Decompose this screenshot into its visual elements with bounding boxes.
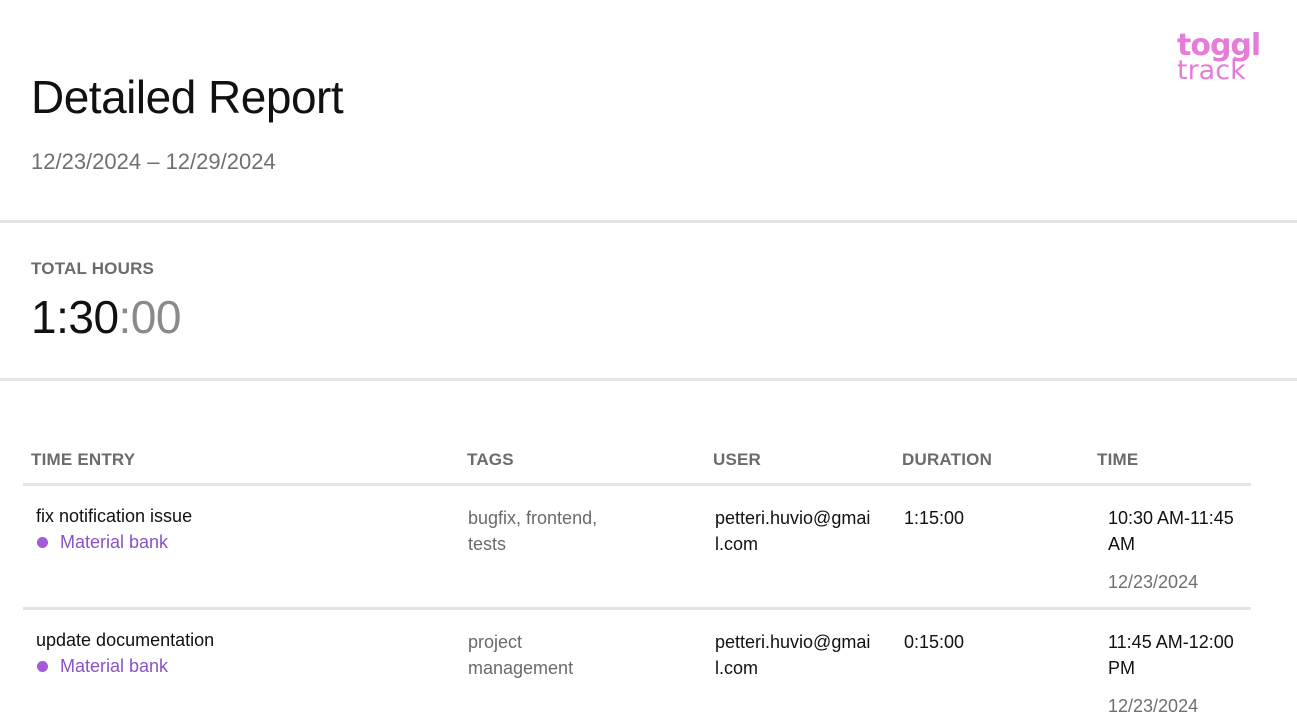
table-row[interactable]: update documentation Material bank proje… (23, 610, 1251, 724)
report-header: Detailed Report 12/23/2024 – 12/29/2024 … (0, 0, 1297, 222)
entry-description: fix notification issue (36, 506, 193, 526)
table-row[interactable]: fix notification issue Material bank bug… (23, 486, 1251, 610)
entry-time: 11:45 AM-12:00 PM 12/23/2024 (1108, 629, 1258, 719)
entry-time: 10:30 AM-11:45 AM 12/23/2024 (1108, 505, 1258, 595)
entry-user: petteri.huvio@gmail.com (715, 632, 871, 678)
detailed-report-page: Detailed Report 12/23/2024 – 12/29/2024 … (0, 0, 1297, 724)
project-name: Material bank (60, 532, 169, 552)
project-name: Material bank (60, 656, 169, 676)
total-hours-main: 1:30 (31, 291, 119, 343)
date-range: 12/23/2024 – 12/29/2024 (31, 149, 276, 174)
entry-user: petteri.huvio@gmail.com (715, 508, 871, 554)
column-header-duration: DURATION (902, 450, 993, 469)
column-header-user: USER (713, 450, 762, 469)
toggl-track-logo: toggl track (1177, 31, 1267, 91)
entry-date: 12/23/2024 (1108, 696, 1199, 716)
column-header-tags: TAGS (467, 450, 514, 469)
entry-project: Material bank (36, 529, 436, 555)
entry-tags: bugfix, frontend, tests (468, 508, 598, 554)
total-hours-label: TOTAL HOURS (31, 259, 155, 278)
entry-time-range: 11:45 AM-12:00 PM (1108, 632, 1234, 678)
entry-duration: 1:15:00 (904, 508, 965, 528)
column-header-time-entry: TIME ENTRY (31, 450, 136, 469)
table-header: TIME ENTRY TAGS USER DURATION TIME (23, 440, 1251, 486)
entry-tags: project management (468, 632, 574, 678)
entry-cell: update documentation Material bank (36, 627, 436, 679)
entry-project: Material bank (36, 653, 436, 679)
entry-cell: fix notification issue Material bank (36, 503, 436, 555)
project-color-dot (37, 660, 48, 672)
time-entries-table: TIME ENTRY TAGS USER DURATION TIME fix n… (23, 440, 1251, 724)
entry-duration: 0:15:00 (904, 632, 965, 652)
column-header-time: TIME (1097, 450, 1139, 469)
page-title: Detailed Report (31, 71, 344, 123)
entry-time-range: 10:30 AM-11:45 AM (1108, 508, 1234, 554)
total-hours-seconds: :00 (118, 291, 182, 343)
entry-date: 12/23/2024 (1108, 572, 1199, 592)
section-divider (0, 378, 1297, 381)
total-hours-value: 1:30:00 (31, 290, 181, 344)
entry-description: update documentation (36, 630, 215, 650)
project-color-dot (37, 536, 48, 548)
section-divider (0, 220, 1297, 223)
